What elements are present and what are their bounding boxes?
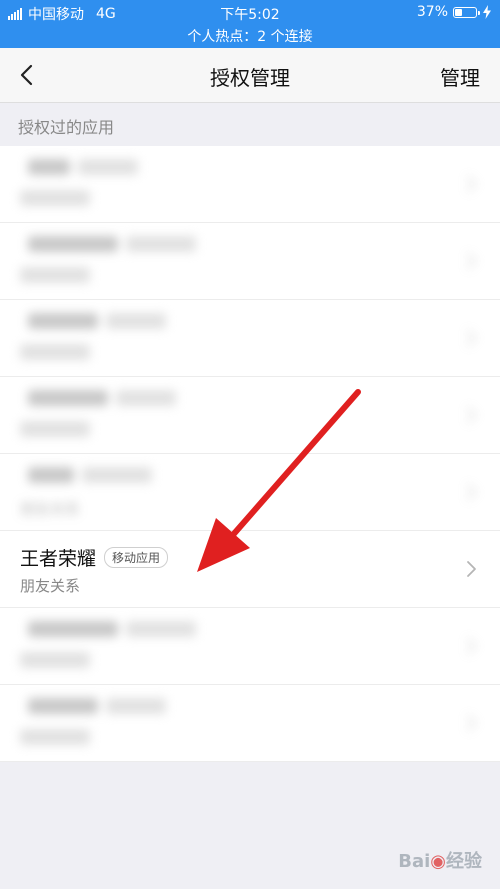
app-name-text: 王者荣耀: [20, 548, 97, 570]
redacted-sub: [20, 652, 90, 668]
app-list-item[interactable]: [0, 377, 500, 454]
redacted-name: [28, 621, 118, 637]
redacted-badge: [126, 621, 196, 637]
app-list-item[interactable]: [0, 146, 500, 223]
chevron-right-icon: [467, 638, 476, 654]
chevron-right-icon: [467, 484, 476, 500]
app-permission: [20, 267, 90, 287]
app-list-item[interactable]: 朋友关系: [0, 454, 500, 531]
battery-icon: [453, 6, 480, 18]
battery-percent: 37%: [416, 4, 448, 20]
app-list-item[interactable]: [0, 300, 500, 377]
redacted-sub: [20, 267, 90, 283]
authorized-app-list: 朋友关系 王者荣耀 移动应用 朋友关系: [0, 146, 500, 762]
redacted-sub: [20, 729, 90, 745]
chevron-right-icon: [467, 253, 476, 269]
redacted-badge: [82, 467, 152, 483]
app-type-badge: 移动应用: [104, 547, 169, 568]
app-permission: 朋友关系: [20, 500, 81, 518]
chevron-right-icon: [467, 561, 476, 577]
app-list-item[interactable]: [0, 685, 500, 762]
redacted-badge: [116, 390, 176, 406]
redacted-badge: [78, 159, 138, 175]
redacted-badge: [106, 698, 166, 714]
redacted-badge: [126, 236, 196, 252]
app-name: [20, 236, 196, 252]
app-permission: [20, 344, 90, 364]
app-name: [20, 698, 166, 714]
chevron-right-icon: [467, 715, 476, 731]
charging-icon: [483, 5, 491, 19]
chevron-right-icon: [467, 330, 476, 346]
page-title: 授权管理: [210, 66, 290, 90]
chevron-right-icon: [467, 176, 476, 192]
app-permission: 朋友关系: [20, 577, 81, 595]
redacted-name: [28, 390, 108, 406]
baidu-watermark: Bai◉经验: [398, 851, 482, 872]
app-list-item[interactable]: [0, 223, 500, 300]
redacted-sub: [20, 190, 90, 206]
redacted-sub: [20, 421, 90, 437]
redacted-sub: [20, 344, 90, 360]
redacted-name: [28, 698, 98, 714]
app-list-item[interactable]: 王者荣耀 移动应用朋友关系: [0, 531, 500, 608]
app-name: 王者荣耀 移动应用: [20, 544, 169, 571]
app-permission: [20, 421, 90, 441]
app-permission: [20, 729, 90, 749]
redacted-name: [28, 236, 118, 252]
redacted-name: [28, 467, 74, 483]
section-label: 授权过的应用: [18, 118, 115, 137]
app-name: [20, 467, 152, 483]
redacted-name: [28, 159, 70, 175]
chevron-right-icon: [467, 407, 476, 423]
app-permission: [20, 652, 90, 672]
app-list-item[interactable]: [0, 608, 500, 685]
redacted-badge: [106, 313, 166, 329]
app-name: [20, 313, 166, 329]
app-name: [20, 159, 138, 175]
hotspot-banner[interactable]: 个人热点：2 个连接: [0, 26, 500, 46]
redacted-name: [28, 313, 98, 329]
app-name: [20, 621, 196, 637]
app-permission: [20, 190, 90, 210]
nav-bar: 授权管理 管理: [0, 48, 500, 103]
manage-button[interactable]: 管理: [440, 62, 480, 91]
status-bar: 中国移动 4G 下午5:02 37% 个人热点：2 个连接: [0, 0, 500, 48]
app-name: [20, 390, 176, 406]
